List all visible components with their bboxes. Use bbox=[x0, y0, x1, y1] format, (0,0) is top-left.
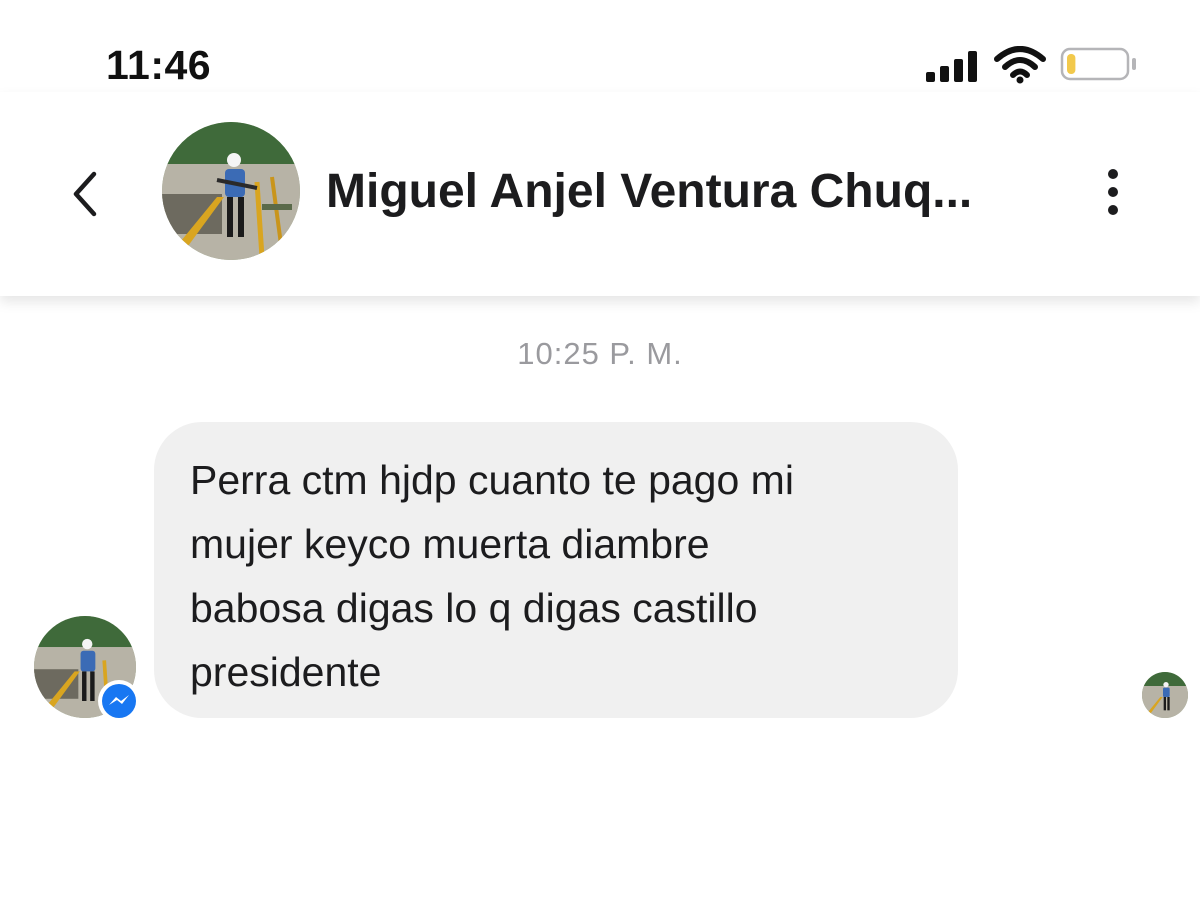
message-bubble[interactable]: Perra ctm hjdp cuanto te pago mi mujer k… bbox=[154, 422, 958, 718]
battery-icon bbox=[1060, 47, 1136, 81]
seen-photo bbox=[1142, 672, 1188, 718]
message-line: mujer keyco muerta diambre bbox=[190, 521, 710, 567]
contact-name[interactable]: Miguel Anjel Ventura Chuq... bbox=[326, 160, 1046, 224]
back-chevron-icon[interactable] bbox=[62, 166, 108, 222]
cellular-signal-icon bbox=[926, 51, 977, 82]
messenger-icon bbox=[102, 684, 136, 718]
status-bar: 11:46 bbox=[0, 0, 1200, 92]
contact-avatar[interactable] bbox=[162, 122, 300, 260]
message-line: babosa digas lo q digas castillo bbox=[190, 585, 758, 631]
vertical-ellipsis-icon[interactable] bbox=[1094, 166, 1132, 218]
contact-photo bbox=[162, 122, 300, 260]
messenger-badge bbox=[98, 680, 140, 722]
wifi-icon bbox=[994, 46, 1046, 84]
message-line: Perra ctm hjdp cuanto te pago mi bbox=[190, 457, 794, 503]
message-line: presidente bbox=[190, 649, 382, 695]
seen-indicator-avatar bbox=[1142, 672, 1188, 718]
chat-header: Miguel Anjel Ventura Chuq... bbox=[0, 92, 1200, 296]
battery-level bbox=[1067, 54, 1076, 74]
message-timestamp: 10:25 P. M. bbox=[517, 336, 683, 371]
status-time: 11:46 bbox=[106, 42, 212, 88]
